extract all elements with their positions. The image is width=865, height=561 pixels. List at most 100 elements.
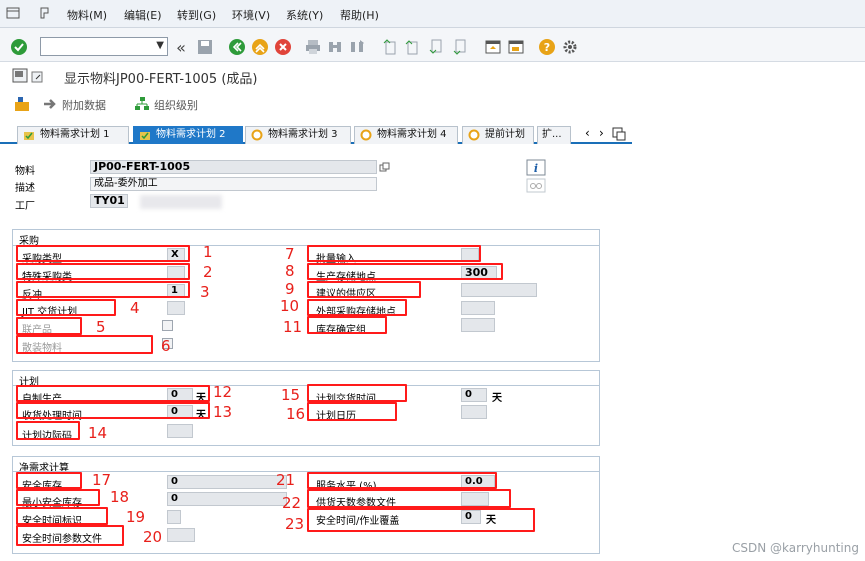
additional-data-button[interactable]: 附加数据: [62, 97, 106, 113]
annotation-number: 21: [276, 471, 296, 489]
screen-menu-icon[interactable]: [12, 67, 44, 85]
plant-name-blurred: [140, 195, 222, 209]
annotation-box: [307, 299, 407, 316]
annotation-number: 20: [143, 528, 163, 546]
save-icon[interactable]: [196, 38, 214, 56]
exit-icon[interactable]: [251, 38, 269, 56]
back-icon[interactable]: [228, 38, 246, 56]
safety-stock-field[interactable]: 0: [167, 475, 287, 489]
page-title: 显示物料JP00-FERT-1005 (成品): [64, 72, 258, 87]
find-next-icon[interactable]: [348, 38, 366, 56]
tab-mrp4[interactable]: 物料需求计划 4: [354, 126, 458, 144]
enter-check-icon[interactable]: [10, 38, 28, 56]
annotation-box: [307, 489, 511, 508]
views-icon[interactable]: [14, 96, 30, 112]
menu-material[interactable]: 物料(M): [67, 7, 107, 23]
description-field[interactable]: 成品-委外加工: [90, 177, 377, 191]
annotation-box: [16, 402, 210, 419]
tab-forecast[interactable]: 提前计划: [462, 126, 534, 144]
annotation-box: [307, 402, 397, 421]
tab-mrp1[interactable]: 物料需求计划 1: [17, 126, 129, 144]
annotation-number: 14: [88, 424, 108, 442]
tab-label: 扩...: [542, 129, 562, 140]
gear-icon[interactable]: [561, 38, 579, 56]
maintain-icon: [251, 129, 263, 147]
next-page-icon[interactable]: [428, 38, 444, 56]
chevron-down-icon[interactable]: ▼: [156, 40, 164, 51]
planned-delivery-time-field[interactable]: 0: [461, 388, 487, 402]
maintain-icon: [360, 129, 372, 147]
tab-strip: 物料需求计划 1 物料需求计划 2 物料需求计划 3 物料需求计划 4 提前计划…: [0, 124, 632, 144]
window-menu-icon[interactable]: [6, 6, 20, 20]
material-label: 物料: [15, 166, 35, 177]
tab-mrp3[interactable]: 物料需求计划 3: [245, 126, 351, 144]
menu-help[interactable]: 帮助(H): [340, 7, 379, 23]
check-icon: [139, 129, 151, 147]
external-sloc-field[interactable]: [461, 301, 495, 315]
annotation-number: 19: [126, 508, 146, 526]
annotation-number: 11: [283, 318, 303, 336]
safety-time-profile-field[interactable]: [167, 528, 195, 542]
double-chevron-left-icon[interactable]: «: [172, 38, 190, 57]
jit-field[interactable]: [167, 301, 185, 315]
annotation-box: [307, 472, 497, 489]
annotation-number: 16: [286, 405, 306, 423]
tab-scroll-left-icon[interactable]: ‹: [585, 126, 590, 140]
menu-edit[interactable]: 编辑(E): [124, 7, 162, 23]
annotation-box: [16, 299, 116, 316]
org-levels-button[interactable]: 组织级别: [154, 97, 198, 113]
tab-mrp2[interactable]: 物料需求计划 2: [133, 126, 243, 144]
annotation-box: [16, 472, 82, 489]
menu-bar: 物料(M) 编辑(E) 转到(G) 环境(V) 系统(Y) 帮助(H): [0, 0, 865, 28]
maintain-icon: [468, 129, 480, 147]
coproduct-checkbox[interactable]: [162, 320, 173, 331]
watermark: CSDN @karryhunting: [732, 541, 859, 555]
material-field[interactable]: JP00-FERT-1005: [90, 160, 377, 174]
application-toolbar: 附加数据 组织级别: [0, 90, 865, 118]
find-icon[interactable]: [326, 38, 344, 56]
annotation-number: 6: [161, 337, 171, 355]
sm-key-field[interactable]: [167, 424, 193, 438]
copy-icon[interactable]: [378, 161, 390, 173]
menu-environment[interactable]: 环境(V): [232, 7, 270, 23]
annotation-number: 3: [200, 283, 210, 301]
annotation-number: 4: [130, 299, 140, 317]
annotation-box: [16, 281, 190, 298]
tab-more[interactable]: 扩...: [537, 126, 571, 144]
tab-list-icon[interactable]: [612, 127, 626, 141]
info-icon[interactable]: i: [526, 159, 546, 176]
tab-scroll-right-icon[interactable]: ›: [599, 126, 604, 140]
annotation-number: 23: [285, 515, 305, 533]
title-bar: 显示物料JP00-FERT-1005 (成品): [0, 62, 865, 90]
last-page-icon[interactable]: [452, 38, 468, 56]
menu-system[interactable]: 系统(Y): [286, 7, 323, 23]
help-icon[interactable]: ?: [538, 38, 556, 56]
annotation-box: [307, 281, 421, 298]
menu-goto[interactable]: 转到(G): [177, 7, 216, 23]
svg-text:?: ?: [544, 41, 550, 54]
min-safety-stock-field[interactable]: 0: [167, 492, 287, 506]
glasses-icon[interactable]: [526, 178, 546, 193]
new-session-icon[interactable]: [484, 38, 502, 56]
planning-calendar-field[interactable]: [461, 405, 487, 419]
tab-label: 物料需求计划 1: [40, 129, 110, 140]
previous-page-icon[interactable]: [404, 38, 420, 56]
stock-det-group-field[interactable]: [461, 318, 495, 332]
annotation-number: 17: [92, 471, 112, 489]
arrow-right-icon[interactable]: [42, 96, 58, 112]
command-field[interactable]: ▼: [40, 37, 168, 56]
first-page-icon[interactable]: [382, 38, 398, 56]
customize-icon[interactable]: [38, 6, 52, 20]
annotation-number: 22: [282, 494, 302, 512]
org-levels-icon[interactable]: [134, 96, 150, 112]
supply-area-field[interactable]: [461, 283, 537, 297]
plant-field[interactable]: TY01: [90, 194, 128, 208]
annotation-number: 2: [203, 263, 213, 281]
cancel-icon[interactable]: [274, 38, 292, 56]
print-icon[interactable]: [304, 38, 322, 56]
annotation-box: [16, 317, 82, 335]
shortcut-icon[interactable]: [507, 38, 525, 56]
annotation-number: 8: [285, 262, 295, 280]
safety-time-indicator-field[interactable]: [167, 510, 181, 524]
description-label: 描述: [15, 183, 35, 194]
